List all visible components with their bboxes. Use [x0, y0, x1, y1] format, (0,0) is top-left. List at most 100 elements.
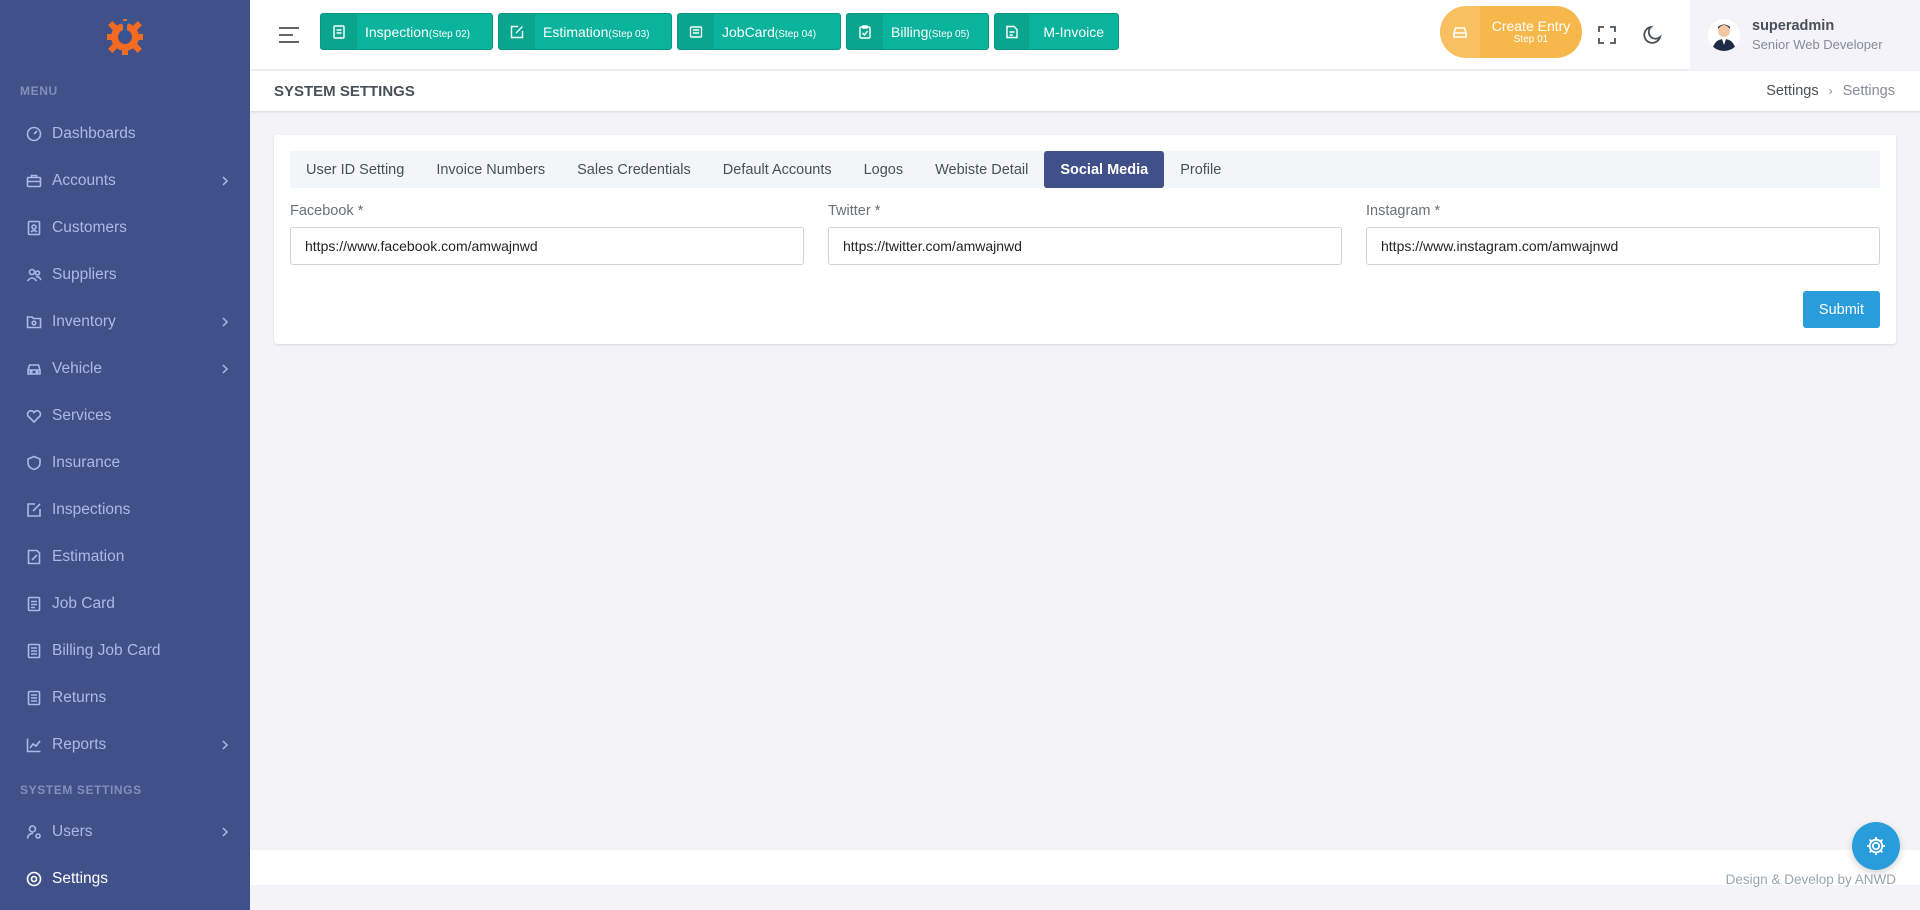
step-label: Billing — [891, 23, 929, 40]
sidebar-item-inventory[interactable]: Inventory — [0, 298, 250, 345]
car-icon — [25, 360, 42, 377]
app-logo[interactable] — [0, 0, 250, 70]
create-entry-label: Create Entry — [1491, 17, 1571, 34]
sidebar-nav: Dashboards Accounts Customers Suppliers … — [0, 110, 250, 768]
twitter-field-group: Twitter * — [828, 203, 1342, 265]
file-edit-icon — [25, 548, 42, 565]
step-billing-button[interactable]: Billing(Step 05) — [846, 13, 989, 50]
sidebar-item-label: Reports — [52, 735, 107, 753]
file-icon — [321, 14, 357, 49]
dark-mode-moon-icon[interactable] — [1642, 24, 1664, 46]
system-section-title: SYSTEM SETTINGS — [20, 783, 142, 797]
sidebar-item-label: Users — [52, 822, 93, 840]
folder-icon — [25, 313, 42, 330]
sidebar-item-insurance[interactable]: Insurance — [0, 439, 250, 486]
footer-credit: Design & Develop by ANWD — [1725, 872, 1896, 887]
tab-profile[interactable]: Profile — [1164, 151, 1237, 188]
hamburger-menu-icon[interactable] — [278, 25, 300, 45]
sidebar-item-accounts[interactable]: Accounts — [0, 157, 250, 204]
step-m-invoice-button[interactable]: M-Invoice — [994, 13, 1119, 50]
step-estimation-button[interactable]: Estimation(Step 03) — [498, 13, 672, 50]
chevron-right-icon — [222, 316, 229, 327]
tab-social-media[interactable]: Social Media — [1044, 151, 1165, 188]
step-label: JobCard — [722, 23, 775, 40]
tab-default-accounts[interactable]: Default Accounts — [707, 151, 848, 188]
sidebar-item-label: Job Card — [52, 594, 115, 612]
file-list-icon — [25, 642, 42, 659]
sidebar-item-label: Settings — [52, 869, 109, 887]
sidebar-item-label: Inspections — [52, 500, 131, 518]
instagram-label: Instagram * — [1366, 203, 1441, 219]
briefcase-icon — [25, 172, 42, 189]
step-number: (Step 04) — [774, 28, 817, 40]
facebook-input[interactable] — [290, 227, 804, 265]
sidebar-item-settings[interactable]: Settings — [0, 855, 250, 902]
page-title: SYSTEM SETTINGS — [274, 83, 415, 100]
sidebar-item-label: Vehicle — [52, 359, 102, 377]
user-profile-dropdown[interactable]: superadmin Senior Web Developer — [1690, 0, 1920, 70]
sidebar-system-nav: Users Settings — [0, 808, 250, 902]
step-label: M-Invoice — [1043, 23, 1104, 40]
sidebar-item-vehicle[interactable]: Vehicle — [0, 345, 250, 392]
group-icon — [25, 266, 42, 283]
sidebar-item-reports[interactable]: Reports — [0, 721, 250, 768]
sidebar-item-estimation[interactable]: Estimation — [0, 533, 250, 580]
file-user-icon — [25, 219, 42, 236]
sidebar-item-returns[interactable]: Returns — [0, 674, 250, 721]
chevron-right-icon — [222, 175, 229, 186]
hand-heart-icon — [25, 407, 42, 424]
sidebar-item-users[interactable]: Users — [0, 808, 250, 855]
breadcrumb-current: Settings — [1842, 83, 1895, 99]
edit-icon — [499, 14, 535, 49]
chevron-right-icon — [222, 363, 229, 374]
tab-user-id-setting[interactable]: User ID Setting — [290, 151, 420, 188]
step-number: (Step 03) — [608, 28, 650, 40]
sidebar-item-label: Suppliers — [52, 265, 117, 283]
tab-website-detail[interactable]: Webiste Detail — [919, 151, 1044, 188]
step-label: Estimation — [543, 23, 609, 40]
facebook-field-group: Facebook * — [290, 203, 804, 265]
tab-logos[interactable]: Logos — [848, 151, 920, 188]
breadcrumb: Settings › Settings — [1766, 83, 1895, 99]
sidebar-item-billing-job-card[interactable]: Billing Job Card — [0, 627, 250, 674]
instagram-input[interactable] — [1366, 227, 1880, 265]
gear-icon — [1867, 837, 1885, 855]
create-entry-button[interactable]: Create Entry Step 01 — [1440, 6, 1582, 58]
step-jobcard-button[interactable]: JobCard(Step 04) — [677, 13, 841, 50]
file-list-icon — [25, 689, 42, 706]
sidebar-item-services[interactable]: Services — [0, 392, 250, 439]
breadcrumb-link[interactable]: Settings — [1766, 83, 1818, 99]
sidebar-item-suppliers[interactable]: Suppliers — [0, 251, 250, 298]
sidebar-item-label: Inventory — [52, 312, 116, 330]
fullscreen-icon[interactable] — [1596, 24, 1618, 46]
card-icon — [678, 14, 714, 49]
create-entry-step: Step 01 — [1513, 34, 1549, 46]
instagram-field-group: Instagram * — [1366, 203, 1880, 265]
avatar — [1708, 19, 1740, 51]
settings-icon — [25, 870, 42, 887]
sidebar-item-inspections[interactable]: Inspections — [0, 486, 250, 533]
sidebar-item-label: Dashboards — [52, 124, 136, 142]
edit-box-icon — [25, 501, 42, 518]
tab-invoice-numbers[interactable]: Invoice Numbers — [420, 151, 561, 188]
dashboard-icon — [25, 125, 42, 142]
sidebar-item-job-card[interactable]: Job Card — [0, 580, 250, 627]
step-inspection-button[interactable]: Inspection(Step 02) — [320, 13, 493, 50]
sidebar-item-label: Customers — [52, 218, 127, 236]
user-name: superadmin — [1752, 18, 1835, 34]
sidebar-item-label: Returns — [52, 688, 107, 706]
chevron-right-icon — [222, 826, 229, 837]
twitter-input[interactable] — [828, 227, 1342, 265]
settings-tabs: User ID Setting Invoice Numbers Sales Cr… — [290, 151, 1880, 188]
step-label: Inspection — [365, 23, 429, 40]
settings-card: User ID Setting Invoice Numbers Sales Cr… — [274, 135, 1896, 344]
topbar: Inspection(Step 02) Estimation(Step 03) … — [250, 0, 1920, 70]
sidebar-item-dashboards[interactable]: Dashboards — [0, 110, 250, 157]
customizer-settings-button[interactable] — [1852, 822, 1900, 870]
tab-sales-credentials[interactable]: Sales Credentials — [561, 151, 707, 188]
sidebar-item-customers[interactable]: Customers — [0, 204, 250, 251]
file-text-icon — [25, 595, 42, 612]
submit-button[interactable]: Submit — [1803, 291, 1880, 328]
chevron-right-icon — [222, 739, 229, 750]
footer: Design & Develop by ANWD — [250, 850, 1920, 887]
